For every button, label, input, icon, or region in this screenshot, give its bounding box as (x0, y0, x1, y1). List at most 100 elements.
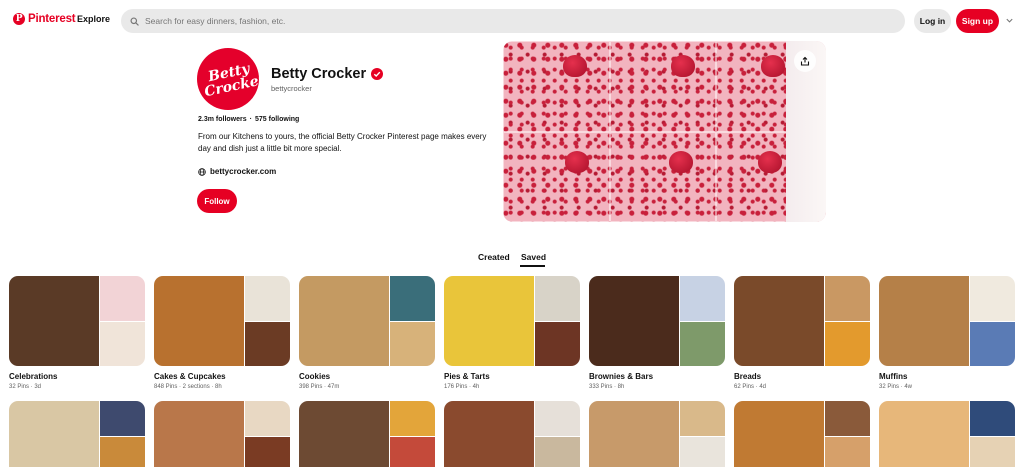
board-meta: 848 Pins · 2 sections · 8h (154, 384, 222, 390)
board-cover-thumb (680, 321, 725, 366)
board-meta: 333 Pins · 8h (589, 384, 625, 390)
board-card[interactable] (734, 401, 870, 467)
board-cover-side (245, 276, 290, 366)
board-title: Muffins (879, 372, 908, 381)
board-card[interactable] (9, 401, 145, 467)
search-bar[interactable] (121, 9, 905, 33)
board-cover-thumb (535, 276, 580, 321)
board-card[interactable]: Muffins 32 Pins · 4w (879, 276, 1015, 390)
search-icon (130, 16, 139, 26)
board-card[interactable] (589, 401, 725, 467)
board-cover-main (879, 401, 969, 467)
board-cover-thumb (680, 401, 725, 436)
board-meta: 32 Pins · 3d (9, 384, 42, 390)
board-cover-side (680, 276, 725, 366)
board-cover-thumb (100, 321, 145, 366)
board-meta: 62 Pins · 4d (734, 384, 767, 390)
board-cover-side (970, 276, 1015, 366)
search-input[interactable] (145, 16, 845, 26)
board-cover-thumb (390, 401, 435, 436)
signup-button[interactable]: Sign up (956, 9, 999, 33)
board-cover-thumb (535, 436, 580, 467)
board-cover-side (245, 401, 290, 467)
board-card[interactable]: Brownies & Bars 333 Pins · 8h (589, 276, 725, 390)
board-cover-thumb (390, 436, 435, 467)
stats-separator: · (249, 116, 252, 123)
board-cover-side (970, 401, 1015, 467)
board-card[interactable]: Breads 62 Pins · 4d (734, 276, 870, 390)
board-card[interactable]: Cookies 398 Pins · 47m (299, 276, 435, 390)
board-card[interactable]: Celebrations 32 Pins · 3d (9, 276, 145, 390)
board-cover (154, 276, 290, 366)
board-cover-thumb (245, 321, 290, 366)
raspberry (669, 151, 693, 173)
board-cover-main (734, 276, 824, 366)
tab-saved[interactable]: Saved (521, 252, 546, 262)
board-cover-thumb (970, 436, 1015, 467)
board-cover (9, 401, 145, 467)
board-cover-thumb (100, 436, 145, 467)
board-cover-thumb (390, 321, 435, 366)
board-cover-thumb (535, 321, 580, 366)
board-cover (734, 401, 870, 467)
board-cover-thumb (390, 276, 435, 321)
share-button[interactable] (794, 50, 816, 72)
board-card[interactable]: Pies & Tarts 176 Pins · 4h (444, 276, 580, 390)
avatar: Betty Crocker (197, 48, 259, 110)
raspberry (758, 151, 782, 173)
board-cover-main (444, 401, 534, 467)
explore-link[interactable]: Explore (77, 14, 110, 24)
board-cover (734, 276, 870, 366)
board-cover-main (589, 276, 679, 366)
board-card[interactable] (444, 401, 580, 467)
board-cover-side (825, 276, 870, 366)
board-cover-thumb (970, 321, 1015, 366)
website-link[interactable]: bettycrocker.com (198, 167, 276, 176)
verified-badge-icon (371, 68, 384, 80)
board-title: Pies & Tarts (444, 372, 490, 381)
logo-text: Pinterest (28, 13, 76, 25)
board-cover-thumb (245, 436, 290, 467)
board-card[interactable] (299, 401, 435, 467)
board-card[interactable] (879, 401, 1015, 467)
profile-name-row: Betty Crocker (271, 66, 384, 82)
board-cover-main (299, 276, 389, 366)
board-cover-thumb (245, 276, 290, 321)
board-cover-main (299, 401, 389, 467)
follow-button[interactable]: Follow (197, 189, 237, 213)
cover-tile (609, 131, 717, 222)
profile-handle: bettycrocker (271, 84, 312, 93)
board-cover-thumb (680, 436, 725, 467)
board-cover-thumb (535, 401, 580, 436)
raspberry (565, 151, 589, 173)
followers-count[interactable]: 2.3m followers (198, 116, 247, 123)
board-cover-thumb (100, 276, 145, 321)
board-cover-main (734, 401, 824, 467)
board-meta: 176 Pins · 4h (444, 384, 480, 390)
board-cover-side (535, 276, 580, 366)
board-cover (589, 276, 725, 366)
tab-created[interactable]: Created (478, 252, 510, 262)
board-cover-main (879, 276, 969, 366)
login-button[interactable]: Log in (914, 9, 951, 33)
board-cover-side (100, 401, 145, 467)
chevron-down-icon[interactable] (1005, 16, 1014, 25)
board-cover-side (825, 401, 870, 467)
board-cover-thumb (825, 436, 870, 467)
cover-tile (609, 41, 717, 132)
share-icon (800, 56, 810, 66)
cover-tile (503, 131, 610, 222)
profile-stats: 2.3m followers · 575 following (198, 116, 299, 123)
board-card[interactable]: Cakes & Cupcakes 848 Pins · 2 sections · … (154, 276, 290, 390)
board-meta: 398 Pins · 47m (299, 384, 340, 390)
board-cover-main (154, 276, 244, 366)
following-count[interactable]: 575 following (255, 116, 299, 123)
board-cover-thumb (825, 401, 870, 436)
board-cover-side (535, 401, 580, 467)
board-meta: 32 Pins · 4w (879, 384, 913, 390)
top-nav: P Pinterest Explore Log in Sign up (0, 0, 1024, 42)
pinterest-logo[interactable]: P Pinterest (13, 13, 76, 25)
raspberry (563, 55, 587, 77)
board-card[interactable] (154, 401, 290, 467)
board-cover-thumb (970, 401, 1015, 436)
